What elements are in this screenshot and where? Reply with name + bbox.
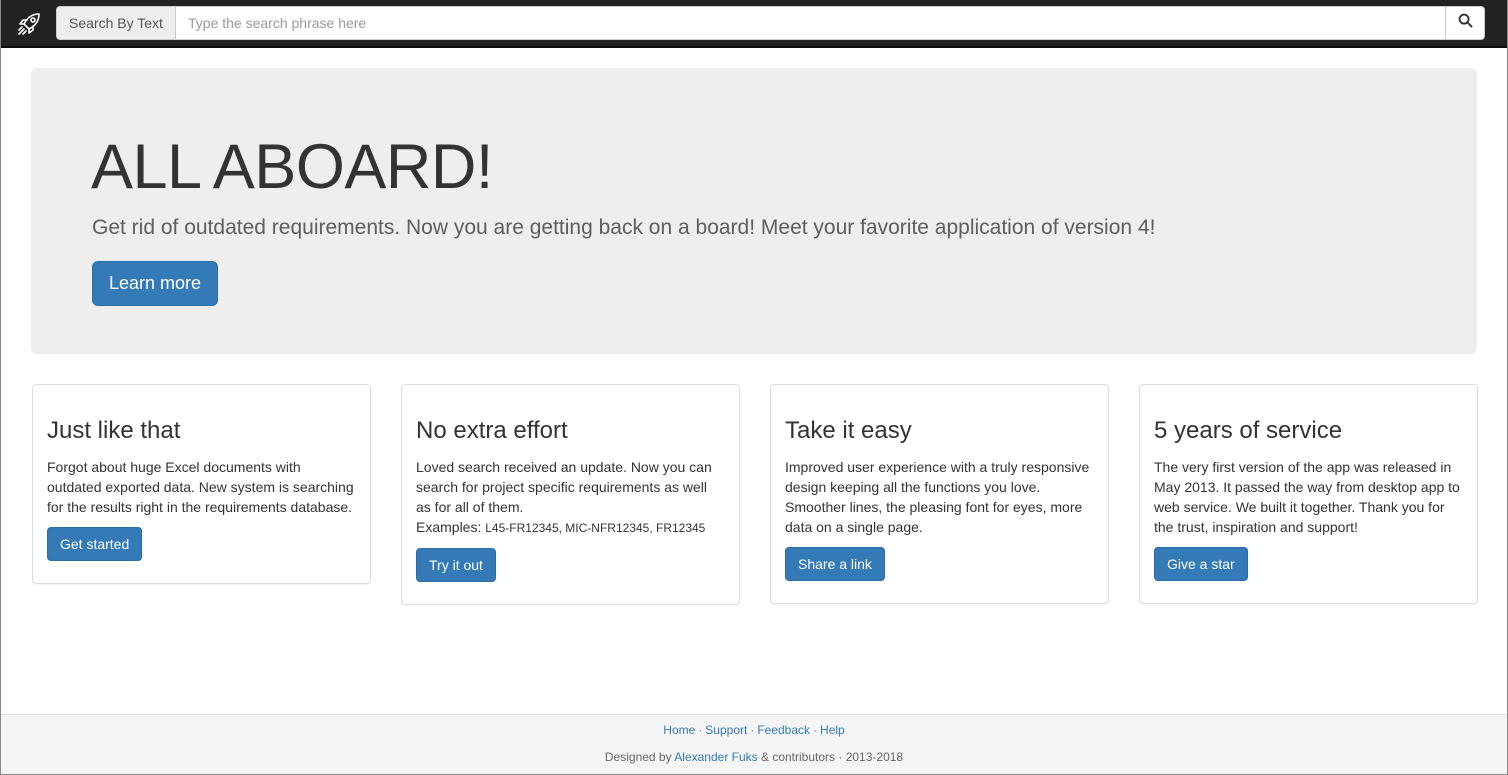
- card-title: Take it easy: [785, 417, 912, 444]
- feature-card-no-extra-effort: No extra effort Loved search received an…: [401, 384, 740, 605]
- footer-link-help[interactable]: Help: [820, 723, 845, 737]
- card-title: 5 years of service: [1154, 417, 1343, 444]
- app-window: Search By Text ALL ABOARD! Get rid of ou…: [0, 0, 1508, 775]
- footer-link-support[interactable]: Support: [705, 723, 747, 737]
- card-text: The very first version of the app was re…: [1154, 459, 1460, 535]
- examples-codes: L45-FR12345, MIC-NFR12345, FR12345: [485, 521, 706, 535]
- get-started-button[interactable]: Get started: [47, 527, 143, 561]
- try-it-out-button[interactable]: Try it out: [416, 548, 496, 582]
- footer-separator: ·: [813, 723, 818, 737]
- share-link-button[interactable]: Share a link: [785, 547, 885, 581]
- search-bar: Search By Text: [56, 6, 1485, 40]
- footer-separator: ·: [698, 723, 703, 737]
- credit-prefix: Designed by: [604, 750, 672, 764]
- page-footer: Home · Support · Feedback · Help Designed by A…: [1, 714, 1507, 774]
- card-title: Just like that: [47, 417, 181, 444]
- card-title: No extra effort: [416, 417, 568, 444]
- rocket-icon[interactable]: [15, 10, 43, 38]
- top-navbar: Search By Text: [1, 0, 1507, 48]
- search-mode-dropdown[interactable]: Search By Text: [56, 6, 176, 40]
- card-text: Forgot about huge Excel documents with o…: [47, 459, 354, 515]
- search-icon: [1458, 13, 1473, 33]
- feature-card-just-like-that: Just like that Forgot about huge Excel d…: [32, 384, 371, 584]
- card-examples: Examples: L45-FR12345, MIC-NFR12345, FR1…: [416, 517, 725, 538]
- author-link[interactable]: Alexander Fuks: [674, 750, 757, 764]
- hero-jumbotron: [31, 68, 1477, 354]
- examples-label: Examples:: [416, 519, 482, 535]
- card-text: Improved user experience with a truly re…: [785, 459, 1090, 535]
- hero-lead: Get rid of outdated requirements. Now yo…: [92, 216, 1156, 239]
- footer-links: Home · Support · Feedback · Help: [1, 723, 1507, 737]
- hero-title: ALL ABOARD!: [91, 132, 493, 202]
- search-input[interactable]: [176, 6, 1445, 40]
- footer-credit: Designed by Alexander Fuks & contributor…: [1, 750, 1507, 764]
- card-text: Loved search received an update. Now you…: [416, 459, 712, 515]
- credit-suffix: & contributors · 2013-2018: [761, 750, 904, 764]
- footer-link-feedback[interactable]: Feedback: [757, 723, 810, 737]
- give-star-button[interactable]: Give a star: [1154, 547, 1248, 581]
- search-button[interactable]: [1445, 6, 1485, 40]
- footer-separator: ·: [750, 723, 755, 737]
- learn-more-button[interactable]: Learn more: [92, 261, 218, 306]
- footer-link-home[interactable]: Home: [663, 723, 695, 737]
- feature-card-five-years: 5 years of service The very first versio…: [1139, 384, 1478, 604]
- feature-card-take-it-easy: Take it easy Improved user experience wi…: [770, 384, 1109, 604]
